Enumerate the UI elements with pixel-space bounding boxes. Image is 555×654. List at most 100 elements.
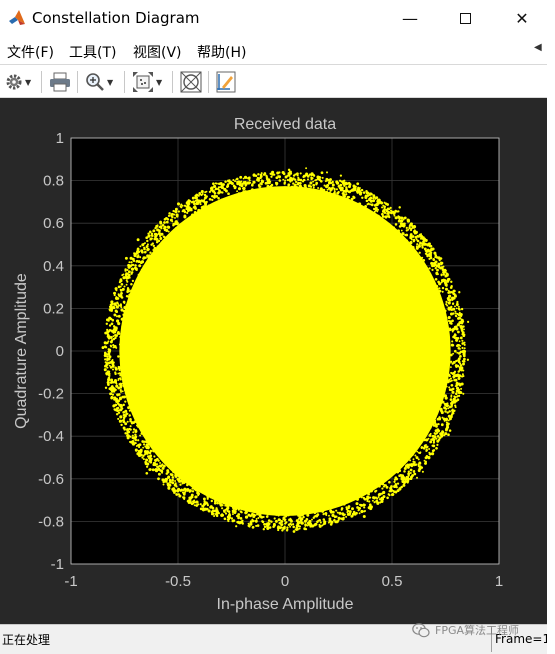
scatter-button[interactable] (180, 70, 202, 94)
constellation-point (116, 402, 120, 405)
constellation-point (300, 521, 304, 525)
constellation-point (417, 262, 420, 266)
constellation-point (300, 511, 303, 514)
constellation-point (134, 264, 137, 267)
constellation-point (328, 507, 331, 509)
constellation-point (230, 503, 234, 507)
constellation-point (114, 309, 118, 313)
constellation-point (104, 386, 108, 389)
constellation-point (431, 264, 434, 268)
constellation-point (297, 181, 300, 184)
constellation-point (152, 249, 155, 251)
constellation-point (234, 180, 237, 183)
constellation-point (358, 512, 361, 515)
constellation-point (451, 372, 455, 375)
zoom-button[interactable]: ▼ (85, 70, 113, 94)
print-button[interactable] (49, 70, 71, 94)
constellation-point (432, 258, 436, 262)
constellation-point (383, 205, 386, 209)
constellation-point (275, 181, 277, 184)
constellation-point (137, 260, 140, 263)
constellation-point (456, 373, 460, 377)
constellation-point (405, 226, 408, 230)
constellation-point (215, 514, 219, 518)
y-tick-label: -0.4 (38, 428, 64, 445)
y-tick-label: 1 (56, 130, 64, 147)
constellation-point (441, 290, 444, 293)
constellation-point (415, 245, 418, 248)
constellation-point (115, 384, 119, 388)
constellation-point (328, 514, 330, 517)
constellation-point (157, 247, 161, 251)
constellation-point (127, 318, 130, 321)
settings-button[interactable]: ▼ (5, 70, 31, 94)
maximize-button[interactable] (442, 0, 488, 36)
measurements-button[interactable] (216, 70, 236, 94)
constellation-point (358, 202, 362, 206)
constellation-point (224, 512, 228, 515)
constellation-point (119, 397, 122, 401)
constellation-point (424, 461, 427, 465)
constellation-point (331, 183, 335, 187)
constellation-point (443, 406, 446, 410)
constellation-point (183, 215, 187, 219)
constellation-point (385, 479, 388, 482)
menu-overflow-icon[interactable]: ◀ (534, 42, 542, 53)
constellation-point (108, 364, 111, 367)
constellation-point (125, 273, 128, 276)
constellation-point (335, 509, 338, 512)
constellation-point (110, 378, 114, 382)
menu-view[interactable]: 视图(V) (133, 42, 182, 62)
constellation-point (266, 179, 270, 183)
constellation-point (145, 465, 149, 468)
constellation-point (114, 367, 118, 371)
constellation-point (170, 473, 174, 477)
constellation-point (154, 226, 157, 230)
constellation-point (261, 520, 265, 524)
constellation-point (141, 243, 145, 247)
constellation-point (120, 308, 124, 312)
constellation-point (142, 446, 145, 449)
constellation-point (438, 287, 441, 290)
constellation-point (371, 499, 374, 502)
constellation-point (242, 177, 245, 180)
close-button[interactable]: ✕ (499, 0, 545, 36)
constellation-point (265, 515, 269, 518)
constellation-point (125, 412, 128, 416)
constellation-point (294, 528, 297, 531)
fit-to-view-button[interactable]: ▼ (132, 70, 162, 94)
constellation-point (161, 466, 165, 470)
constellation-point (277, 513, 281, 516)
constellation-point (257, 517, 260, 519)
constellation-point (443, 333, 447, 337)
constellation-point (230, 182, 234, 185)
minimize-button[interactable]: — (387, 0, 433, 36)
constellation-point (435, 304, 439, 308)
constellation-point (251, 512, 254, 516)
window-title: Constellation Diagram (32, 9, 200, 27)
constellation-point (271, 171, 274, 174)
constellation-point (165, 472, 169, 475)
constellation-point (158, 234, 162, 238)
constellation-point (286, 528, 289, 531)
constellation-point (162, 483, 165, 486)
constellation-point (365, 497, 369, 501)
constellation-point (123, 305, 127, 310)
constellation-point (467, 320, 470, 323)
constellation-point (202, 488, 206, 491)
menu-help[interactable]: 帮助(H) (197, 42, 246, 62)
constellation-point (286, 526, 289, 529)
constellation-point (154, 469, 159, 473)
constellation-point (210, 499, 214, 503)
constellation-point (202, 508, 206, 512)
constellation-point (116, 394, 119, 397)
constellation-point (112, 305, 115, 308)
menu-tools[interactable]: 工具(T) (69, 42, 116, 62)
menu-file[interactable]: 文件(F) (7, 42, 54, 62)
constellation-point (310, 508, 314, 511)
constellation-point (213, 501, 217, 505)
constellation-point (154, 252, 157, 256)
constellation-point (402, 218, 405, 221)
constellation-point (259, 185, 262, 188)
constellation-point (157, 477, 160, 481)
